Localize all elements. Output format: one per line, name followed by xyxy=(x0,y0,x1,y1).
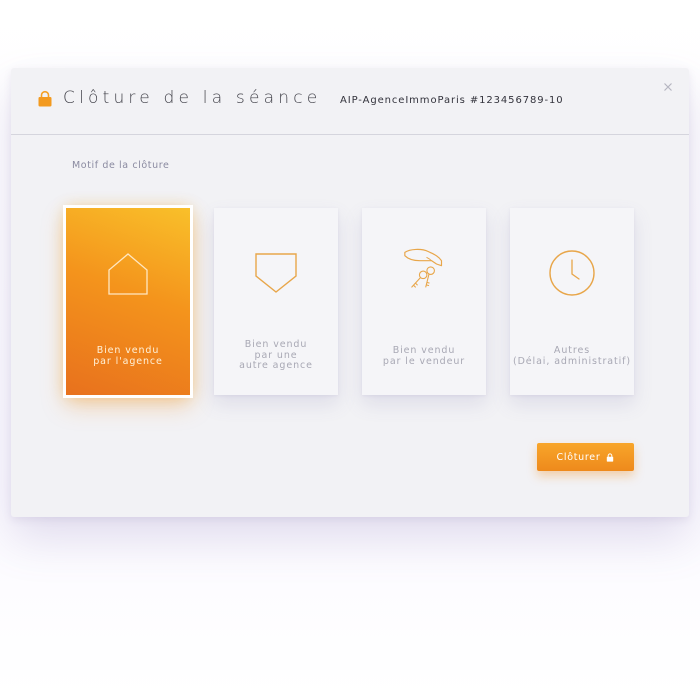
option-card-sold-by-seller[interactable]: Bien vendu par le vendeur xyxy=(362,208,486,395)
close-icon[interactable] xyxy=(663,82,673,92)
page: Clôture de la séance AIP-AgenceImmoParis… xyxy=(0,0,700,700)
clock-icon xyxy=(549,250,595,296)
shield-icon xyxy=(255,253,297,293)
dialog-header: Clôture de la séance AIP-AgenceImmoParis… xyxy=(11,68,689,135)
option-label: Bien vendu par une autre agence xyxy=(239,339,313,371)
reason-label: Motif de la clôture xyxy=(72,160,170,171)
house-icon xyxy=(108,253,148,295)
dialog-title: Clôture de la séance xyxy=(63,88,322,108)
lock-icon xyxy=(607,452,614,462)
option-label: Autres (Délai, administratif) xyxy=(512,345,632,367)
close-session-button[interactable]: Clôturer xyxy=(537,443,634,471)
option-card-sold-by-other-agency[interactable]: Bien vendu par une autre agence xyxy=(214,208,338,395)
hand-keys-icon xyxy=(404,248,443,288)
option-label: Bien vendu par le vendeur xyxy=(382,345,466,367)
option-card-sold-by-agency[interactable]: Bien vendu par l'agence xyxy=(66,208,190,395)
option-card-other[interactable]: Autres (Délai, administratif) xyxy=(510,208,634,395)
lock-icon xyxy=(38,90,52,107)
closure-dialog: Clôture de la séance AIP-AgenceImmoParis… xyxy=(11,68,689,517)
option-label: Bien vendu par l'agence xyxy=(93,345,163,367)
close-session-button-label: Clôturer xyxy=(556,451,601,463)
session-id: AIP-AgenceImmoParis #123456789-10 xyxy=(340,95,564,106)
